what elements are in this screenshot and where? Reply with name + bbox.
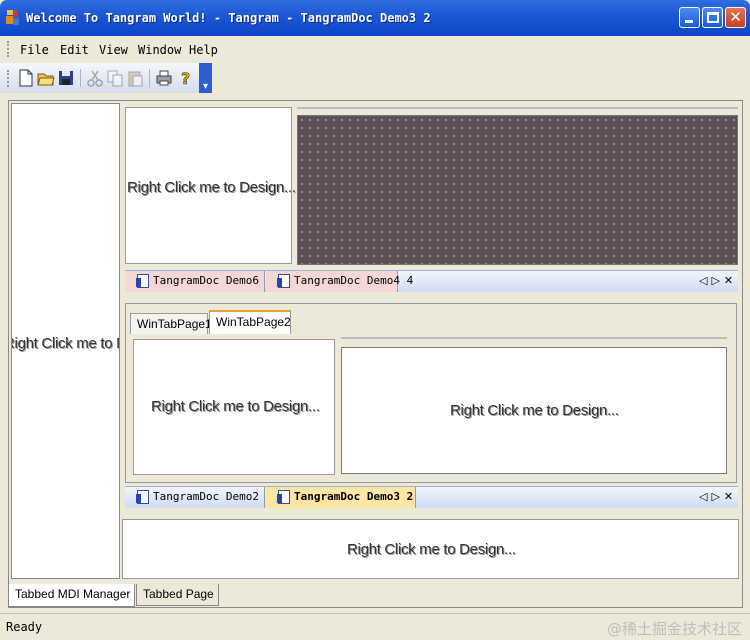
document-icon — [277, 490, 290, 504]
status-text: Ready — [6, 620, 43, 634]
bottom-design-pane[interactable]: Right Click me to Design... — [122, 519, 739, 579]
doc-tab[interactable]: TangramDoc Demo4 4 — [266, 271, 413, 292]
toolbar-separator — [80, 69, 81, 87]
tab-scroll-arrows[interactable]: ◁▷✕ — [699, 274, 737, 287]
doc-tab-label: TangramDoc Demo4 4 — [294, 274, 414, 287]
print-icon[interactable] — [155, 69, 173, 87]
design-hint: Right Click me to Design... — [127, 179, 296, 196]
copy-icon[interactable] — [106, 69, 124, 87]
window-title: Welcome To Tangram World! - Tangram - Ta… — [26, 11, 431, 25]
title-bar[interactable]: Welcome To Tangram World! - Tangram - Ta… — [0, 0, 750, 36]
menu-edit[interactable]: Edit — [60, 43, 89, 57]
standard-toolbar: ? ▾ — [0, 63, 212, 93]
middle-right-design-pane[interactable]: Right Click me to Design... — [341, 347, 727, 474]
watermark: @稀土掘金技术社区 — [606, 620, 742, 638]
doc-tab[interactable]: TangramDoc Demo6 1 — [125, 271, 272, 292]
tab-wintabpage1[interactable]: WinTabPage1 — [130, 313, 212, 334]
toolbar-separator — [149, 69, 150, 87]
paste-icon[interactable] — [126, 69, 144, 87]
design-hint: Right Click me to Design... — [450, 402, 619, 419]
document-icon — [136, 490, 149, 504]
minimize-button[interactable] — [679, 7, 700, 28]
svg-text:?: ? — [181, 69, 190, 87]
app-icon — [6, 10, 19, 25]
tab-wintabpage2[interactable]: WinTabPage2 — [209, 310, 291, 334]
splitter[interactable] — [341, 337, 727, 339]
toolbar-overflow-button[interactable]: ▾ — [199, 63, 212, 93]
doc-tab-active[interactable]: TangramDoc Demo3 2 — [266, 487, 416, 508]
tab-scroll-arrows[interactable]: ◁▷✕ — [699, 490, 737, 503]
document-tab-strip-top: TangramDoc Demo6 1 TangramDoc Demo4 4 ◁▷… — [125, 270, 738, 292]
doc-tab-label: TangramDoc Demo2 3 — [153, 490, 273, 503]
save-icon[interactable] — [57, 69, 75, 87]
dotted-design-surface[interactable] — [297, 115, 738, 265]
close-icon: ✕ — [729, 8, 742, 26]
tab-tabbed-mdi-manager[interactable]: Tabbed MDI Manager — [8, 584, 135, 607]
menu-grip[interactable] — [7, 41, 10, 57]
tab-tabbed-page[interactable]: Tabbed Page — [136, 584, 219, 606]
document-icon — [277, 274, 290, 288]
close-button[interactable]: ✕ — [725, 7, 746, 28]
minimize-icon — [685, 20, 693, 23]
left-design-pane[interactable]: Right Click me to Design... — [11, 103, 120, 579]
splitter[interactable] — [297, 107, 738, 109]
maximize-button[interactable] — [702, 7, 723, 28]
design-hint: Right Click me to Design... — [12, 335, 119, 352]
open-folder-icon[interactable] — [37, 69, 55, 87]
design-hint: Right Click me to Design... — [347, 541, 516, 558]
status-bar: Ready @稀土掘金技术社区 — [0, 613, 750, 640]
design-hint: Right Click me to Design... — [151, 398, 320, 415]
doc-tab-label: TangramDoc Demo6 1 — [153, 274, 273, 287]
middle-left-design-pane[interactable]: Right Click me to Design... — [133, 339, 335, 475]
maximize-icon — [707, 12, 719, 23]
document-icon — [136, 274, 149, 288]
menu-view[interactable]: View — [99, 43, 128, 57]
top-left-design-pane[interactable]: Right Click me to Design... — [125, 107, 296, 264]
toolbar-grip[interactable] — [7, 70, 10, 87]
new-file-icon[interactable] — [17, 69, 35, 87]
doc-tab[interactable]: TangramDoc Demo2 3 — [125, 487, 272, 508]
menu-help[interactable]: Help — [189, 43, 218, 57]
help-icon[interactable]: ? — [177, 69, 195, 87]
menu-file[interactable]: File — [20, 43, 49, 57]
menu-window[interactable]: Window — [138, 43, 181, 57]
doc-tab-label: TangramDoc Demo3 2 — [294, 490, 414, 503]
cut-icon[interactable] — [86, 69, 104, 87]
document-tab-strip-bottom: TangramDoc Demo2 3 TangramDoc Demo3 2 ◁▷… — [125, 486, 738, 508]
menu-bar: File Edit View Window Help — [0, 37, 750, 61]
